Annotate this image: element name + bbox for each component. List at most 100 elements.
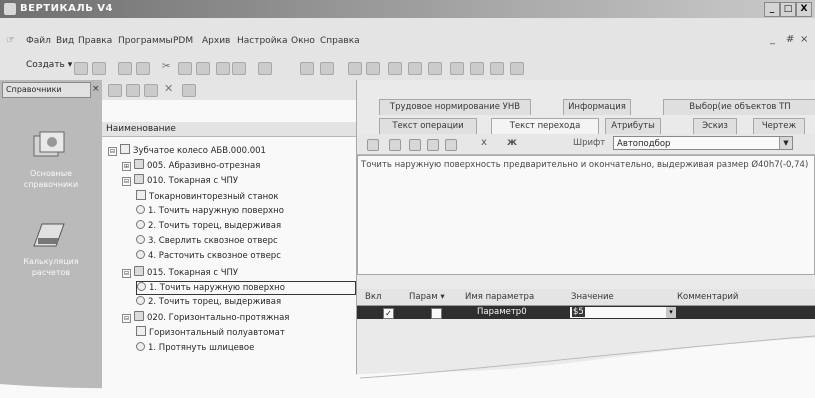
menu-programs[interactable]: Программы bbox=[118, 36, 173, 46]
mdi-minimize-button[interactable]: _ bbox=[770, 34, 775, 45]
report-icon[interactable] bbox=[366, 62, 380, 75]
col-comment[interactable]: Комментарий bbox=[677, 289, 738, 305]
tree-row[interactable]: 2. Точить торец, выдерживая bbox=[136, 220, 354, 232]
col-value[interactable]: Значение bbox=[571, 289, 614, 305]
nav-item-handbooks[interactable]: Основные справочники bbox=[4, 168, 98, 190]
undo-icon[interactable] bbox=[216, 62, 230, 75]
value-dropdown-button[interactable]: ▾ bbox=[666, 307, 676, 318]
tree-add-icon[interactable] bbox=[108, 84, 122, 97]
tab-labor-norming[interactable]: Трудовое нормирование УНВ bbox=[379, 99, 531, 115]
tab-step-text[interactable]: Текст перехода bbox=[491, 118, 599, 135]
subscript-icon[interactable]: x bbox=[481, 137, 487, 148]
tree-row[interactable]: ⊟ Зубчатое колесо АБВ.000.001 bbox=[108, 144, 354, 156]
collapse-icon[interactable]: ⊟ bbox=[108, 147, 117, 156]
calc-icon[interactable] bbox=[320, 62, 334, 75]
col-param[interactable]: Парам ▾ bbox=[409, 289, 445, 305]
tree-row[interactable]: 1. Точить наружную поверхно bbox=[136, 280, 356, 295]
step-text-editor[interactable]: Точить наружную поверхность предваритель… bbox=[357, 155, 815, 275]
chevron-down-icon[interactable]: ▼ bbox=[779, 137, 792, 149]
panel-header[interactable]: Справочники bbox=[2, 82, 91, 98]
font-select[interactable]: Автоподбор ▼ bbox=[613, 136, 793, 150]
param-name-cell[interactable]: Параметр0 bbox=[477, 306, 527, 319]
tab-object-selection[interactable]: Выбор(ие объектов ТП bbox=[663, 99, 815, 115]
maximize-button[interactable]: □ bbox=[780, 2, 796, 17]
create-button[interactable]: Создать ▾ bbox=[26, 60, 72, 70]
handbook-icon[interactable] bbox=[30, 130, 68, 162]
param-checkbox[interactable] bbox=[431, 308, 442, 319]
cut-icon[interactable]: ✂ bbox=[162, 61, 170, 72]
tree-row[interactable]: 2. Точить торец, выдерживая bbox=[136, 296, 354, 308]
close-button[interactable]: X bbox=[796, 2, 812, 17]
tab-drawing[interactable]: Чертеж bbox=[753, 118, 805, 134]
tab-information[interactable]: Информация bbox=[563, 99, 631, 115]
format-icon[interactable] bbox=[258, 62, 272, 75]
params-table-row[interactable]: ✓ Параметр0 $5 ▾ bbox=[357, 306, 815, 319]
collapse-icon[interactable]: ⊟ bbox=[122, 268, 131, 278]
tree-row-label: 1. Точить наружную поверхно bbox=[148, 205, 284, 216]
menu-file[interactable]: Файл bbox=[26, 36, 51, 46]
tab-attributes[interactable]: Атрибуты bbox=[605, 118, 661, 134]
mdi-close-button[interactable]: × bbox=[800, 34, 808, 45]
title-bar: ВЕРТИКАЛЬ V4 _ □ X bbox=[0, 0, 815, 18]
tree-row[interactable]: ⊟ 015. Токарная с ЧПУ bbox=[122, 265, 354, 278]
menu-settings[interactable]: Настройка bbox=[237, 36, 288, 46]
preview-icon[interactable] bbox=[136, 62, 150, 75]
table-icon[interactable] bbox=[348, 62, 362, 75]
menu-window[interactable]: Окно bbox=[291, 36, 315, 46]
nav-item-calculations[interactable]: Калькуляция расчетов bbox=[4, 256, 98, 278]
paste-format-icon[interactable] bbox=[367, 139, 379, 151]
calculator-icon[interactable] bbox=[30, 218, 68, 250]
enabled-checkbox[interactable]: ✓ bbox=[383, 308, 394, 319]
tab-sketch[interactable]: Эскиз bbox=[693, 118, 737, 134]
library-icon[interactable] bbox=[388, 62, 402, 75]
settings-icon[interactable] bbox=[450, 62, 464, 75]
print-icon[interactable] bbox=[118, 62, 132, 75]
tree-refresh-icon[interactable] bbox=[182, 84, 196, 97]
menu-help[interactable]: Справка bbox=[320, 36, 360, 46]
help-icon[interactable] bbox=[510, 62, 524, 75]
collapse-icon[interactable]: ⊟ bbox=[122, 314, 131, 324]
redo-icon[interactable] bbox=[232, 62, 246, 75]
undo-text-icon[interactable] bbox=[389, 139, 401, 151]
list-icon[interactable] bbox=[428, 62, 442, 75]
panel-close-icon[interactable]: × bbox=[92, 84, 100, 94]
tree-row[interactable]: Токарновинторезный станок bbox=[136, 189, 354, 202]
tree-row[interactable]: ⊟ 010. Токарная с ЧПУ bbox=[122, 174, 354, 187]
collapse-icon[interactable]: ⊟ bbox=[122, 177, 131, 187]
menu-view[interactable]: Вид bbox=[56, 36, 74, 46]
tree-row[interactable]: Горизонтальный полуавтомат bbox=[136, 326, 354, 338]
symbol-icon[interactable] bbox=[427, 139, 439, 151]
copy-icon[interactable] bbox=[178, 62, 192, 75]
export-icon[interactable] bbox=[490, 62, 504, 75]
paste-icon[interactable] bbox=[196, 62, 210, 75]
param-value-input[interactable]: $5 bbox=[570, 307, 672, 318]
refresh-icon[interactable] bbox=[470, 62, 484, 75]
tree-delete-icon[interactable]: ✕ bbox=[164, 82, 173, 95]
mdi-restore-button[interactable]: # bbox=[786, 34, 794, 45]
tree-row[interactable]: ⊞ 005. Абразивно-отрезная bbox=[122, 159, 354, 172]
tree-row[interactable]: 4. Расточить сквозное отверс bbox=[136, 250, 354, 262]
bold-icon[interactable]: ж bbox=[507, 137, 517, 148]
col-enabled[interactable]: Вкл bbox=[365, 289, 381, 305]
menu-edit[interactable]: Правка bbox=[78, 36, 112, 46]
expand-icon[interactable]: ⊞ bbox=[122, 162, 131, 172]
operation-icon bbox=[134, 159, 144, 170]
special-char-icon[interactable] bbox=[445, 139, 457, 151]
col-param-name[interactable]: Имя параметра bbox=[465, 289, 534, 305]
open-icon[interactable] bbox=[74, 62, 88, 75]
redo-text-icon[interactable] bbox=[409, 139, 421, 151]
tree-row[interactable]: 1. Точить наружную поверхно bbox=[136, 204, 354, 217]
minimize-button[interactable]: _ bbox=[764, 2, 780, 17]
tab-operation-text[interactable]: Текст операции bbox=[379, 118, 477, 134]
menu-archive[interactable]: Архив bbox=[202, 36, 230, 46]
tree-row[interactable]: 3. Сверлить сквозное отверс bbox=[136, 235, 354, 247]
tree-down-icon[interactable] bbox=[144, 84, 158, 97]
tree-up-icon[interactable] bbox=[126, 84, 140, 97]
save-icon[interactable] bbox=[92, 62, 106, 75]
tree-column-header[interactable]: Наименование bbox=[102, 122, 356, 137]
align-icon[interactable] bbox=[408, 62, 422, 75]
menu-pdm[interactable]: PDM bbox=[173, 36, 193, 46]
find-icon[interactable] bbox=[300, 62, 314, 75]
tree-row[interactable]: 1. Протянуть шлицевое bbox=[136, 341, 354, 354]
tree-row[interactable]: ⊟ 020. Горизонтально-протяжная bbox=[122, 311, 354, 324]
